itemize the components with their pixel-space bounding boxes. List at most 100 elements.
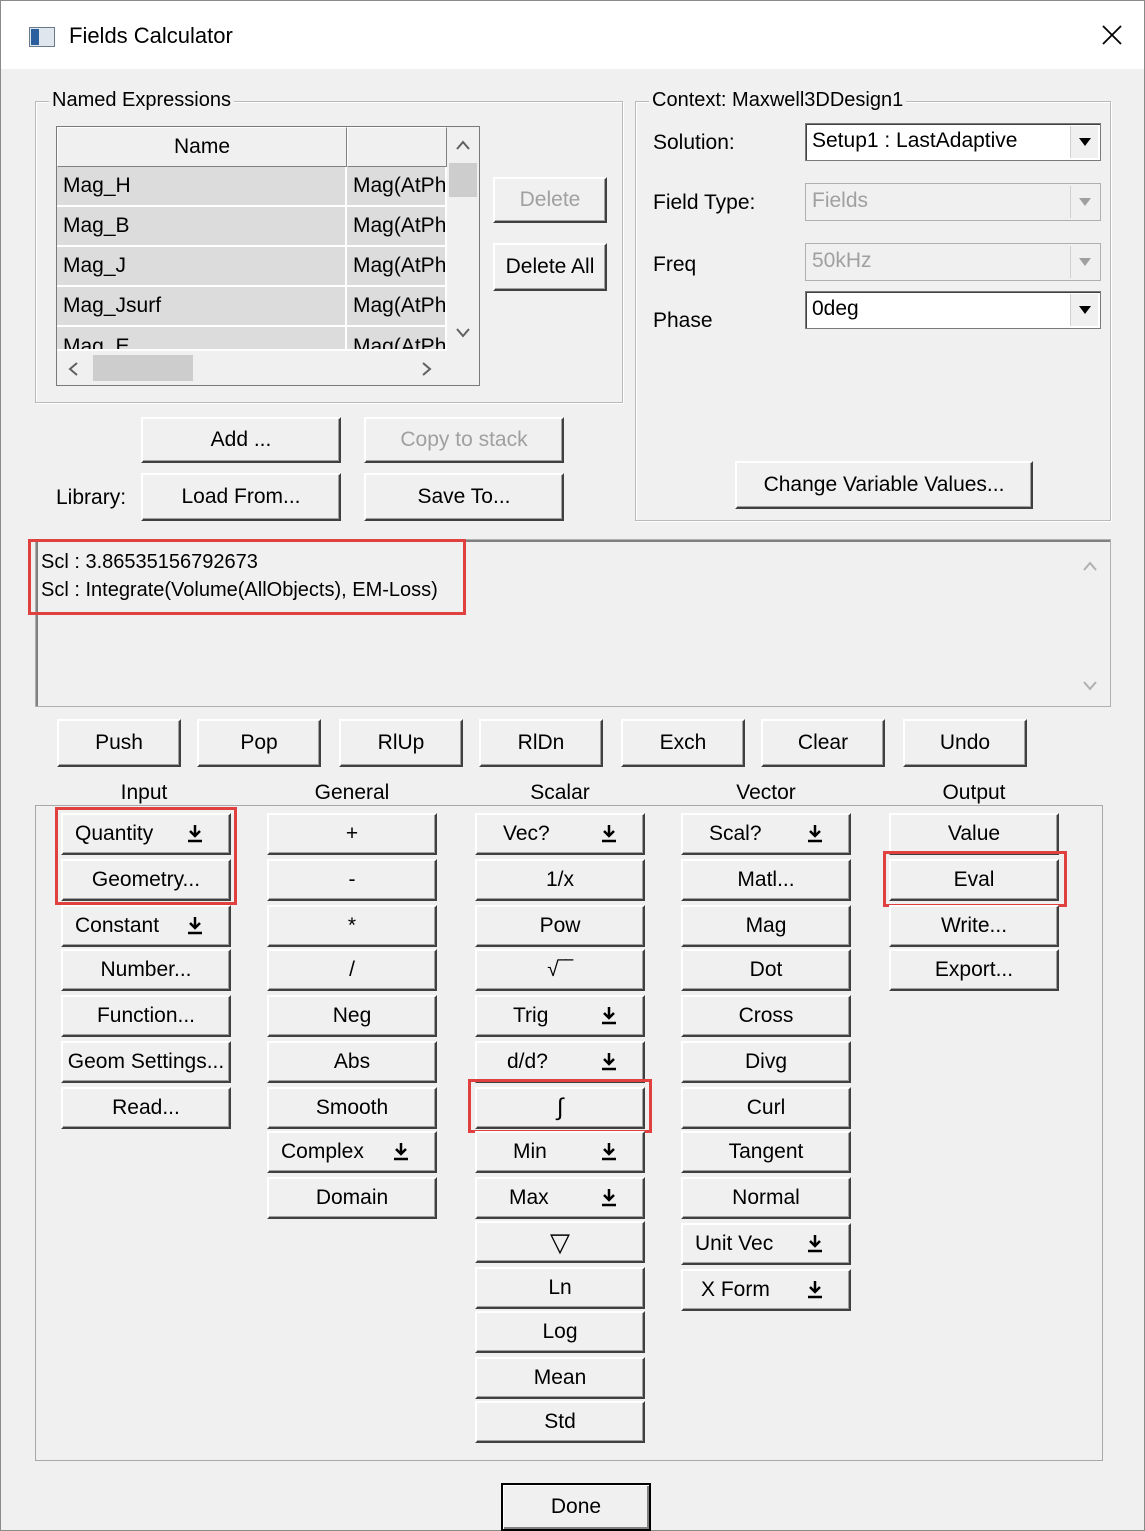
write-button[interactable]: Write... — [889, 905, 1059, 947]
x-form-button[interactable]: X Form — [681, 1269, 851, 1311]
column-header-name[interactable]: Name — [57, 127, 347, 167]
table-row-name[interactable]: Mag_B — [57, 207, 347, 247]
curl-button[interactable]: Curl — [681, 1087, 851, 1129]
trig-label: Trig — [513, 1004, 549, 1027]
freq-select[interactable]: 50kHz — [805, 243, 1101, 281]
mean-button[interactable]: Mean — [475, 1357, 645, 1399]
derivative-button[interactable]: d/d? — [475, 1041, 645, 1083]
ln-button[interactable]: Ln — [475, 1267, 645, 1309]
down-arrow-to-bar-icon — [602, 1053, 616, 1071]
multiply-button[interactable]: * — [267, 905, 437, 947]
table-row-expression[interactable]: Mag(AtPh — [347, 327, 447, 351]
scal-button[interactable]: Scal? — [681, 813, 851, 855]
export-button[interactable]: Export... — [889, 949, 1059, 991]
reciprocal-button[interactable]: 1/x — [475, 859, 645, 901]
change-variable-values-button[interactable]: Change Variable Values... — [735, 461, 1033, 509]
phase-dropdown[interactable] — [1070, 294, 1098, 326]
value-button[interactable]: Value — [889, 813, 1059, 855]
push-button[interactable]: Push — [57, 719, 181, 767]
chevron-up-icon[interactable] — [455, 139, 471, 151]
scrollbar-thumb[interactable] — [93, 355, 193, 381]
field-type-select[interactable]: Fields — [805, 183, 1101, 221]
solution-select[interactable]: Setup1 : LastAdaptive — [805, 123, 1101, 161]
chevron-down-icon[interactable] — [455, 327, 471, 339]
tangent-button[interactable]: Tangent — [681, 1131, 851, 1173]
cross-button[interactable]: Cross — [681, 995, 851, 1037]
min-button[interactable]: Min — [475, 1131, 645, 1173]
log-button[interactable]: Log — [475, 1311, 645, 1353]
freq-dropdown[interactable] — [1070, 246, 1098, 278]
complex-button[interactable]: Complex — [267, 1131, 437, 1173]
table-row-name[interactable]: Mag_H — [57, 167, 347, 207]
save-to-button[interactable]: Save To... — [364, 473, 564, 521]
function-button[interactable]: Function... — [61, 995, 231, 1037]
chevron-right-icon[interactable] — [421, 361, 433, 377]
table-row-expression[interactable]: Mag(AtPh — [347, 247, 447, 287]
complex-label: Complex — [281, 1140, 364, 1163]
constant-label: Constant — [75, 914, 160, 937]
geom-settings-button[interactable]: Geom Settings... — [61, 1041, 231, 1083]
max-button[interactable]: Max — [475, 1177, 645, 1219]
table-row-expression[interactable]: Mag(AtPh — [347, 287, 447, 327]
table-vertical-scrollbar[interactable] — [447, 127, 479, 351]
normal-button[interactable]: Normal — [681, 1177, 851, 1219]
title-bar: Fields Calculator — [1, 1, 1144, 69]
delete-button[interactable]: Delete — [493, 177, 607, 223]
clear-button[interactable]: Clear — [761, 719, 885, 767]
pop-button[interactable]: Pop — [197, 719, 321, 767]
field-type-dropdown[interactable] — [1070, 186, 1098, 218]
dot-button[interactable]: Dot — [681, 949, 851, 991]
std-button[interactable]: Std — [475, 1401, 645, 1443]
roll-down-button[interactable]: RlDn — [479, 719, 603, 767]
solution-dropdown[interactable] — [1070, 126, 1098, 158]
vec-label: Vec? — [503, 822, 550, 845]
table-row-name[interactable]: Mag_J — [57, 247, 347, 287]
matl-button[interactable]: Matl... — [681, 859, 851, 901]
add-button[interactable]: Add ... — [141, 417, 341, 463]
field-type-label: Field Type: — [653, 191, 756, 214]
table-horizontal-scrollbar[interactable] — [57, 351, 447, 385]
mag-button[interactable]: Mag — [681, 905, 851, 947]
done-button[interactable]: Done — [501, 1483, 651, 1531]
chevron-left-icon[interactable] — [67, 361, 79, 377]
down-arrow-to-bar-icon — [602, 825, 616, 843]
gradient-button[interactable]: ▽ — [475, 1221, 645, 1263]
chevron-up-icon[interactable] — [1082, 560, 1098, 572]
delete-all-button[interactable]: Delete All — [493, 243, 607, 291]
roll-up-button[interactable]: RlUp — [339, 719, 463, 767]
load-from-button[interactable]: Load From... — [141, 473, 341, 521]
table-row-expression[interactable]: Mag(AtPh — [347, 167, 447, 207]
minus-button[interactable]: - — [267, 859, 437, 901]
divg-button[interactable]: Divg — [681, 1041, 851, 1083]
sqrt-button[interactable]: √‾‾ — [475, 949, 645, 991]
neg-button[interactable]: Neg — [267, 995, 437, 1037]
close-button[interactable] — [1090, 13, 1134, 57]
exchange-button[interactable]: Exch — [621, 719, 745, 767]
context-legend: Context: Maxwell3DDesign1 — [649, 89, 907, 111]
column-header-expression[interactable] — [347, 127, 447, 167]
vector-column-label: Vector — [736, 781, 796, 804]
phase-label: Phase — [653, 309, 713, 332]
plus-button[interactable]: + — [267, 813, 437, 855]
undo-button[interactable]: Undo — [903, 719, 1027, 767]
table-row-expression[interactable]: Mag(AtPh — [347, 207, 447, 247]
scrollbar-thumb[interactable] — [449, 163, 477, 197]
smooth-button[interactable]: Smooth — [267, 1087, 437, 1129]
pow-button[interactable]: Pow — [475, 905, 645, 947]
table-row-name[interactable]: Mag_E — [57, 327, 347, 351]
unit-vec-button[interactable]: Unit Vec — [681, 1223, 851, 1265]
copy-to-stack-button[interactable]: Copy to stack — [364, 417, 564, 463]
abs-button[interactable]: Abs — [267, 1041, 437, 1083]
vec-button[interactable]: Vec? — [475, 813, 645, 855]
freq-label: Freq — [653, 253, 697, 276]
chevron-down-icon[interactable] — [1082, 680, 1098, 692]
trig-button[interactable]: Trig — [475, 995, 645, 1037]
number-button[interactable]: Number... — [61, 949, 231, 991]
domain-button[interactable]: Domain — [267, 1177, 437, 1219]
divide-button[interactable]: / — [267, 949, 437, 991]
phase-select[interactable]: 0deg — [805, 291, 1101, 329]
read-button[interactable]: Read... — [61, 1087, 231, 1129]
constant-button[interactable]: Constant — [61, 905, 231, 947]
down-arrow-to-bar-icon — [602, 1143, 616, 1161]
table-row-name[interactable]: Mag_Jsurf — [57, 287, 347, 327]
